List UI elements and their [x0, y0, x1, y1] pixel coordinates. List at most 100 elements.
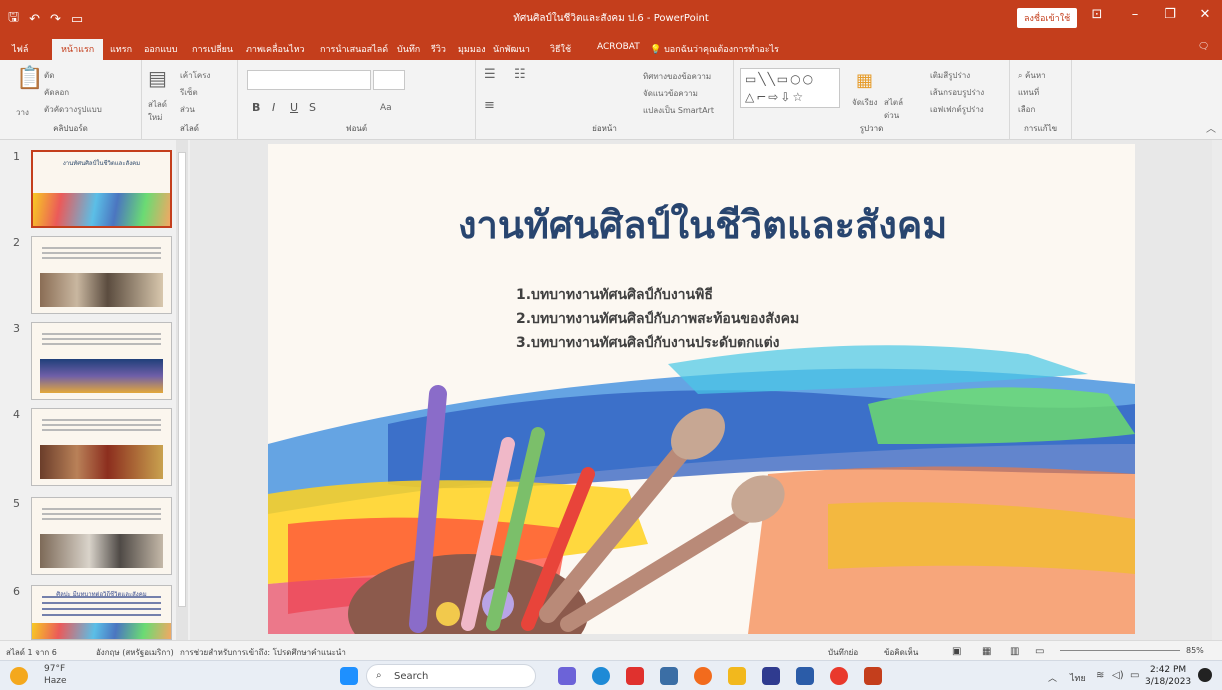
- notification-icon[interactable]: [1198, 668, 1212, 682]
- notes-button[interactable]: บันทึกย่อ: [828, 646, 858, 659]
- shapes-gallery[interactable]: ▭╲╲▭○○ △⌐⇨⇩☆: [740, 68, 840, 108]
- tab-view[interactable]: มุมมอง: [458, 42, 486, 56]
- cut-button[interactable]: ตัด: [44, 69, 54, 82]
- language-indicator[interactable]: อังกฤษ (สหรัฐอเมริกา): [96, 646, 174, 659]
- slide-bullets[interactable]: 1.บทบาทงานทัศนศิลป์กับงานพิธี 2.บทบาทงาน…: [516, 283, 799, 355]
- powerpoint-icon[interactable]: [864, 667, 882, 685]
- underline-button[interactable]: U: [290, 101, 298, 114]
- align-left-icon[interactable]: ≡: [484, 98, 495, 113]
- numbering-icon[interactable]: ☷: [514, 67, 526, 82]
- battery-icon[interactable]: ▭: [1130, 670, 1139, 681]
- new-slide-icon[interactable]: ▤: [148, 66, 167, 90]
- bold-button[interactable]: B: [252, 101, 260, 114]
- taskbar-search[interactable]: ⌕ Search: [366, 664, 536, 688]
- tab-help[interactable]: วิธีใช้: [550, 42, 571, 56]
- section-button[interactable]: ส่วน: [180, 103, 195, 116]
- teams-icon[interactable]: [558, 667, 576, 685]
- font-size-select[interactable]: [373, 70, 405, 90]
- tab-developer[interactable]: นักพัฒนา: [493, 42, 530, 56]
- ribbon-display-icon[interactable]: ⊡: [1087, 7, 1107, 22]
- reading-view-icon[interactable]: ▥: [1010, 646, 1019, 657]
- smartart-button[interactable]: แปลงเป็น SmartArt: [643, 104, 714, 117]
- tab-acrobat[interactable]: ACROBAT: [597, 42, 640, 52]
- drawing-group-label: รูปวาด: [859, 124, 884, 133]
- shape-effects-button[interactable]: เอฟเฟกต์รูปร่าง: [930, 103, 984, 116]
- arrange-button[interactable]: จัดเรียง: [852, 96, 878, 109]
- dropbox-icon[interactable]: [762, 667, 780, 685]
- tab-insert[interactable]: แทรก: [110, 42, 132, 56]
- quick-styles-button[interactable]: สไตล์ ด่วน: [884, 96, 910, 122]
- strikethrough-button[interactable]: S: [309, 101, 316, 114]
- copy-button[interactable]: คัดลอก: [44, 86, 69, 99]
- replace-button[interactable]: แทนที่: [1018, 86, 1039, 99]
- tell-me-box[interactable]: 💡 บอกฉันว่าคุณต้องการทำอะไร: [650, 42, 779, 56]
- shape-fill-button[interactable]: เติมสีรูปร่าง: [930, 69, 970, 82]
- slide-title[interactable]: งานทัศนศิลป์ในชีวิตและสังคม: [268, 194, 1135, 255]
- slide-thumbnail-1[interactable]: งานทัศนศิลป์ในชีวิตและสังคม: [31, 150, 172, 228]
- select-button[interactable]: เลือก: [1018, 103, 1035, 116]
- minimize-icon[interactable]: –: [1125, 7, 1145, 22]
- slide-thumbnail-5[interactable]: [31, 497, 172, 575]
- paint-splash-image: [32, 623, 171, 639]
- file-explorer-icon[interactable]: [728, 667, 746, 685]
- tab-transitions[interactable]: การเปลี่ยน: [192, 42, 233, 56]
- slide-thumbnail-6[interactable]: ศิลปะ มีบทบาทต่อวิถีชีวิตและสังคม: [31, 585, 172, 640]
- zoom-slider[interactable]: [1060, 650, 1180, 651]
- new-slide-button[interactable]: สไลด์ ใหม่: [148, 98, 174, 124]
- comments-icon[interactable]: 🗨: [1198, 42, 1209, 52]
- bullets-icon[interactable]: ☰: [484, 67, 496, 82]
- search-placeholder: Search: [394, 671, 429, 682]
- acrobat-icon[interactable]: [626, 667, 644, 685]
- tab-animations[interactable]: ภาพเคลื่อนไหว: [246, 42, 305, 56]
- mail-icon[interactable]: [660, 667, 678, 685]
- format-painter-button[interactable]: ตัวคัดวางรูปแบบ: [44, 103, 102, 116]
- slide-thumbnail-4[interactable]: [31, 408, 172, 486]
- text-direction-button[interactable]: ทิศทางของข้อความ: [643, 70, 711, 83]
- slide-thumbnail-2[interactable]: [31, 236, 172, 314]
- restore-icon[interactable]: ❐: [1160, 7, 1180, 22]
- comments-button[interactable]: ข้อคิดเห็น: [884, 646, 918, 659]
- arrange-icon[interactable]: ▦: [856, 70, 873, 91]
- collapse-ribbon-icon[interactable]: ︿: [1206, 120, 1216, 135]
- font-name-select[interactable]: [247, 70, 371, 90]
- clock[interactable]: 2:42 PM 3/18/2023: [1145, 664, 1191, 688]
- accessibility-status[interactable]: การช่วยสำหรับการเข้าถึง: โปรดศึกษาคำแนะน…: [180, 646, 346, 659]
- tab-file[interactable]: ไฟล์: [12, 42, 28, 56]
- italic-button[interactable]: I: [272, 101, 275, 114]
- volume-icon[interactable]: ◁): [1112, 670, 1124, 681]
- close-icon[interactable]: ✕: [1195, 7, 1215, 22]
- browser-icon[interactable]: [694, 667, 712, 685]
- reset-button[interactable]: รีเซ็ต: [180, 86, 198, 99]
- current-slide[interactable]: งานทัศนศิลป์ในชีวิตและสังคม 1.บทบาทงานทั…: [268, 144, 1135, 634]
- tab-record[interactable]: บันทึก: [397, 42, 420, 56]
- start-icon[interactable]: [340, 667, 358, 685]
- tab-review[interactable]: รีวิว: [431, 42, 446, 56]
- slideshow-icon[interactable]: ▭: [1035, 646, 1044, 657]
- shape-outline-button[interactable]: เส้นกรอบรูปร่าง: [930, 86, 984, 99]
- tab-home[interactable]: หน้าแรก: [52, 39, 104, 60]
- editor-scrollbar[interactable]: [1212, 140, 1222, 640]
- align-text-button[interactable]: จัดแนวข้อความ: [643, 87, 698, 100]
- slide-thumbnail-3[interactable]: [31, 322, 172, 400]
- word-icon[interactable]: [796, 667, 814, 685]
- edge-icon[interactable]: [592, 667, 610, 685]
- show-hidden-icon[interactable]: ︿: [1048, 671, 1057, 684]
- thumbnails-scrollbar[interactable]: [176, 140, 188, 640]
- sign-in-button[interactable]: ลงชื่อเข้าใช้: [1017, 8, 1078, 28]
- zoom-level[interactable]: 85%: [1186, 646, 1204, 655]
- layout-button[interactable]: เค้าโครง: [180, 69, 210, 82]
- sun-icon[interactable]: [10, 667, 28, 685]
- thumb-text-block: [42, 596, 161, 618]
- change-case-button[interactable]: Aa: [380, 103, 392, 113]
- find-button[interactable]: ⌕ ค้นหา: [1018, 69, 1046, 82]
- paste-label[interactable]: วาง: [16, 106, 29, 119]
- language-indicator[interactable]: ไทย: [1070, 671, 1086, 685]
- wifi-icon[interactable]: ≋: [1096, 670, 1104, 681]
- slide-sorter-icon[interactable]: ▦: [982, 646, 991, 657]
- tab-design[interactable]: ออกแบบ: [144, 42, 178, 56]
- scrollbar-thumb[interactable]: [178, 152, 186, 607]
- normal-view-icon[interactable]: ▣: [952, 646, 961, 657]
- chrome-icon[interactable]: [830, 667, 848, 685]
- paste-icon[interactable]: 📋: [16, 66, 43, 91]
- tab-slideshow[interactable]: การนำเสนอสไลด์: [320, 42, 388, 56]
